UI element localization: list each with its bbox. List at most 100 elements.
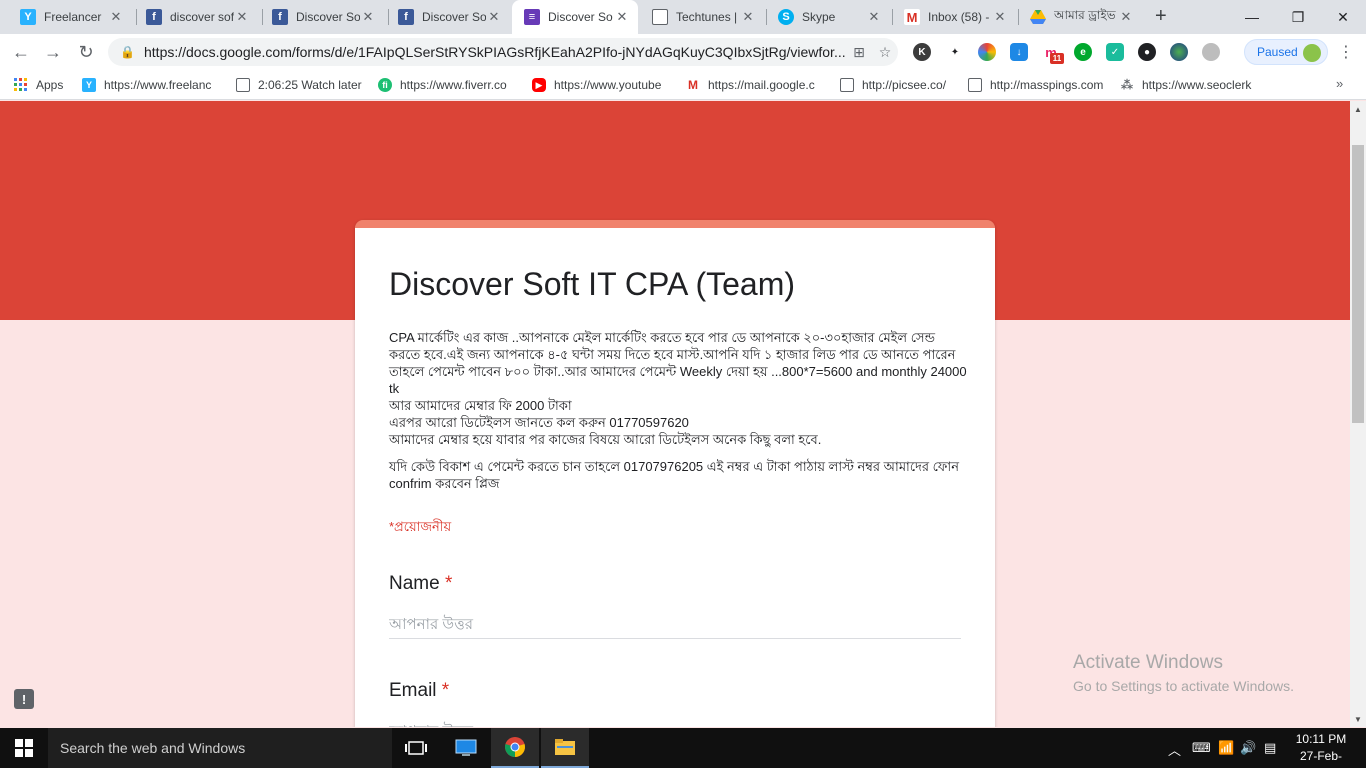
required-star: * bbox=[441, 680, 450, 701]
task-view-icon bbox=[405, 741, 427, 755]
scrollbar-thumb[interactable] bbox=[1352, 145, 1364, 423]
maximize-button[interactable]: ❐ bbox=[1275, 0, 1321, 34]
start-button[interactable] bbox=[0, 728, 48, 768]
form-description-line: আর আমাদের মেম্বার ফি 2000 টাকা bbox=[389, 398, 572, 413]
monitor-app-icon bbox=[455, 739, 477, 756]
facebook-icon: f bbox=[146, 9, 162, 25]
scroll-down-arrow-icon[interactable]: ▼ bbox=[1350, 711, 1366, 727]
translate-icon[interactable]: ⊞ bbox=[846, 44, 872, 61]
tab-skype[interactable]: S Skype ✕ bbox=[766, 0, 890, 34]
new-tab-button[interactable]: + bbox=[1155, 5, 1167, 28]
browser-toolbar: ← → ↻ 🔒 https://docs.google.com/forms/d/… bbox=[0, 34, 1366, 70]
close-icon[interactable]: ✕ bbox=[360, 9, 376, 25]
taskbar-search-box[interactable]: Search the web and Windows bbox=[48, 728, 392, 768]
extension-download-icon[interactable]: ↓ bbox=[1010, 43, 1028, 61]
question-name-label: Name * bbox=[389, 573, 453, 594]
chrome-icon bbox=[505, 737, 525, 757]
bookmark-freelancer[interactable]: Y https://www.freelanc bbox=[82, 76, 222, 94]
bookmark-star-icon[interactable]: ☆ bbox=[872, 44, 898, 61]
freelancer-icon: Y bbox=[82, 78, 96, 92]
page-icon bbox=[652, 9, 668, 25]
menu-dots-icon[interactable]: ⋮ bbox=[1338, 42, 1354, 62]
skype-icon: S bbox=[778, 9, 794, 25]
extension-k-icon[interactable]: K bbox=[913, 43, 931, 61]
tray-wifi-icon[interactable]: 📶 bbox=[1218, 740, 1234, 756]
close-icon[interactable]: ✕ bbox=[740, 9, 756, 25]
close-icon[interactable]: ✕ bbox=[108, 9, 124, 25]
page-scrollbar[interactable]: ▲ ▼ bbox=[1350, 101, 1366, 727]
bookmark-masspings[interactable]: http://masspings.com bbox=[968, 76, 1104, 94]
tray-keyboard-icon[interactable]: ⌨ bbox=[1192, 740, 1211, 756]
scroll-up-arrow-icon[interactable]: ▲ bbox=[1350, 101, 1366, 117]
tab-discover-soft-facebook-2[interactable]: f Discover So ✕ bbox=[260, 0, 384, 34]
taskbar-app-monitor[interactable] bbox=[442, 728, 490, 768]
task-view-button[interactable] bbox=[392, 728, 440, 768]
freelancer-icon: Y bbox=[20, 9, 36, 25]
question-email-label: Email * bbox=[389, 680, 450, 701]
page-icon bbox=[840, 78, 854, 92]
required-star: * bbox=[444, 573, 453, 594]
feedback-icon[interactable]: ! bbox=[14, 689, 34, 709]
taskbar-clock[interactable]: 10:11 PM 27-Feb-19 bbox=[1294, 731, 1348, 768]
bookmark-fiverr[interactable]: fi https://www.fiverr.co bbox=[378, 76, 518, 94]
tray-up-arrow-icon[interactable]: ︿ bbox=[1168, 740, 1181, 759]
taskbar-app-file-explorer[interactable] bbox=[541, 728, 589, 768]
bookmark-watch-later[interactable]: 2:06:25 Watch later bbox=[236, 76, 366, 94]
gmail-icon: M bbox=[686, 78, 700, 92]
tab-gmail-inbox[interactable]: M Inbox (58) - ✕ bbox=[892, 0, 1016, 34]
minimize-button[interactable]: — bbox=[1229, 0, 1275, 34]
forward-button[interactable]: → bbox=[41, 40, 65, 64]
reload-button[interactable]: ↻ bbox=[74, 40, 98, 64]
profile-paused-button[interactable]: Paused bbox=[1244, 39, 1328, 65]
tab-strip: Y Freelancer ✕ f discover sof ✕ f Discov… bbox=[0, 0, 1366, 34]
facebook-icon: f bbox=[272, 9, 288, 25]
apps-grid-icon bbox=[14, 78, 28, 92]
evernote-icon[interactable]: e bbox=[1074, 43, 1092, 61]
extension-check-icon[interactable]: ✓ bbox=[1106, 43, 1124, 61]
extension-gray-globe-icon[interactable] bbox=[1202, 43, 1220, 61]
bookmark-youtube[interactable]: ▶ https://www.youtube bbox=[532, 76, 670, 94]
bookmarks-bar: Apps Y https://www.freelanc 2:06:25 Watc… bbox=[0, 70, 1366, 100]
bookmark-gmail[interactable]: M https://mail.google.c bbox=[686, 76, 826, 94]
activate-windows-watermark: Activate Windows Go to Settings to activ… bbox=[1073, 652, 1294, 694]
tab-techtunes[interactable]: Techtunes | ✕ bbox=[640, 0, 764, 34]
lock-icon: 🔒 bbox=[120, 45, 135, 59]
url-text[interactable]: https://docs.google.com/forms/d/e/1FAIpQ… bbox=[144, 44, 846, 60]
extension-globe-icon[interactable] bbox=[1170, 43, 1188, 61]
name-input[interactable] bbox=[389, 611, 961, 639]
required-note: *প্রয়োজনীয় bbox=[389, 519, 452, 534]
close-icon[interactable]: ✕ bbox=[614, 9, 630, 25]
close-icon[interactable]: ✕ bbox=[992, 9, 1008, 25]
form-description-line: এরপর আরো ডিটেইলস জানতে কল করুন 017705976… bbox=[389, 415, 689, 430]
extension-color-icon[interactable] bbox=[978, 43, 996, 61]
youtube-icon: ▶ bbox=[532, 78, 546, 92]
gmail-icon: M bbox=[904, 9, 920, 25]
tab-discover-soft-facebook-1[interactable]: f discover sof ✕ bbox=[134, 0, 258, 34]
close-icon[interactable]: ✕ bbox=[1118, 9, 1134, 25]
bookmark-apps[interactable]: Apps bbox=[14, 76, 63, 94]
close-window-button[interactable]: ✕ bbox=[1320, 0, 1366, 34]
taskbar-app-chrome[interactable] bbox=[491, 728, 539, 768]
extension-bird-icon[interactable]: ✦ bbox=[946, 43, 964, 61]
windows-taskbar: Search the web and Windows ︿ ⌨ 📶 🔊 ▤ 10:… bbox=[0, 728, 1366, 768]
tab-discover-soft-forms-active[interactable]: ≡ Discover So ✕ bbox=[512, 0, 638, 34]
bookmark-picsee[interactable]: http://picsee.co/ bbox=[840, 76, 960, 94]
tray-volume-icon[interactable]: 🔊 bbox=[1240, 740, 1256, 756]
extension-bomb-icon[interactable]: ● bbox=[1138, 43, 1156, 61]
google-drive-icon bbox=[1030, 9, 1046, 25]
close-icon[interactable]: ✕ bbox=[234, 9, 250, 25]
bookmarks-more-icon[interactable]: » bbox=[1336, 76, 1343, 91]
close-icon[interactable]: ✕ bbox=[486, 9, 502, 25]
tab-discover-soft-facebook-3[interactable]: f Discover So ✕ bbox=[386, 0, 510, 34]
google-forms-icon: ≡ bbox=[524, 9, 540, 25]
tab-freelancer[interactable]: Y Freelancer ✕ bbox=[8, 0, 132, 34]
bookmark-seoclerks[interactable]: ⁂ https://www.seoclerk bbox=[1120, 76, 1260, 94]
close-icon[interactable]: ✕ bbox=[866, 9, 882, 25]
tray-notification-icon[interactable]: ▤ bbox=[1264, 740, 1276, 756]
page-icon bbox=[968, 78, 982, 92]
back-button[interactable]: ← bbox=[9, 40, 33, 64]
tab-google-drive[interactable]: আমার ড্রাইভ ✕ bbox=[1018, 0, 1142, 34]
address-bar[interactable]: 🔒 https://docs.google.com/forms/d/e/1FAI… bbox=[108, 38, 898, 66]
form-description-payment: যদি কেউ বিকাশ এ পেমেন্ট করতে চান তাহলে 0… bbox=[389, 459, 959, 491]
email-input[interactable] bbox=[389, 718, 961, 727]
